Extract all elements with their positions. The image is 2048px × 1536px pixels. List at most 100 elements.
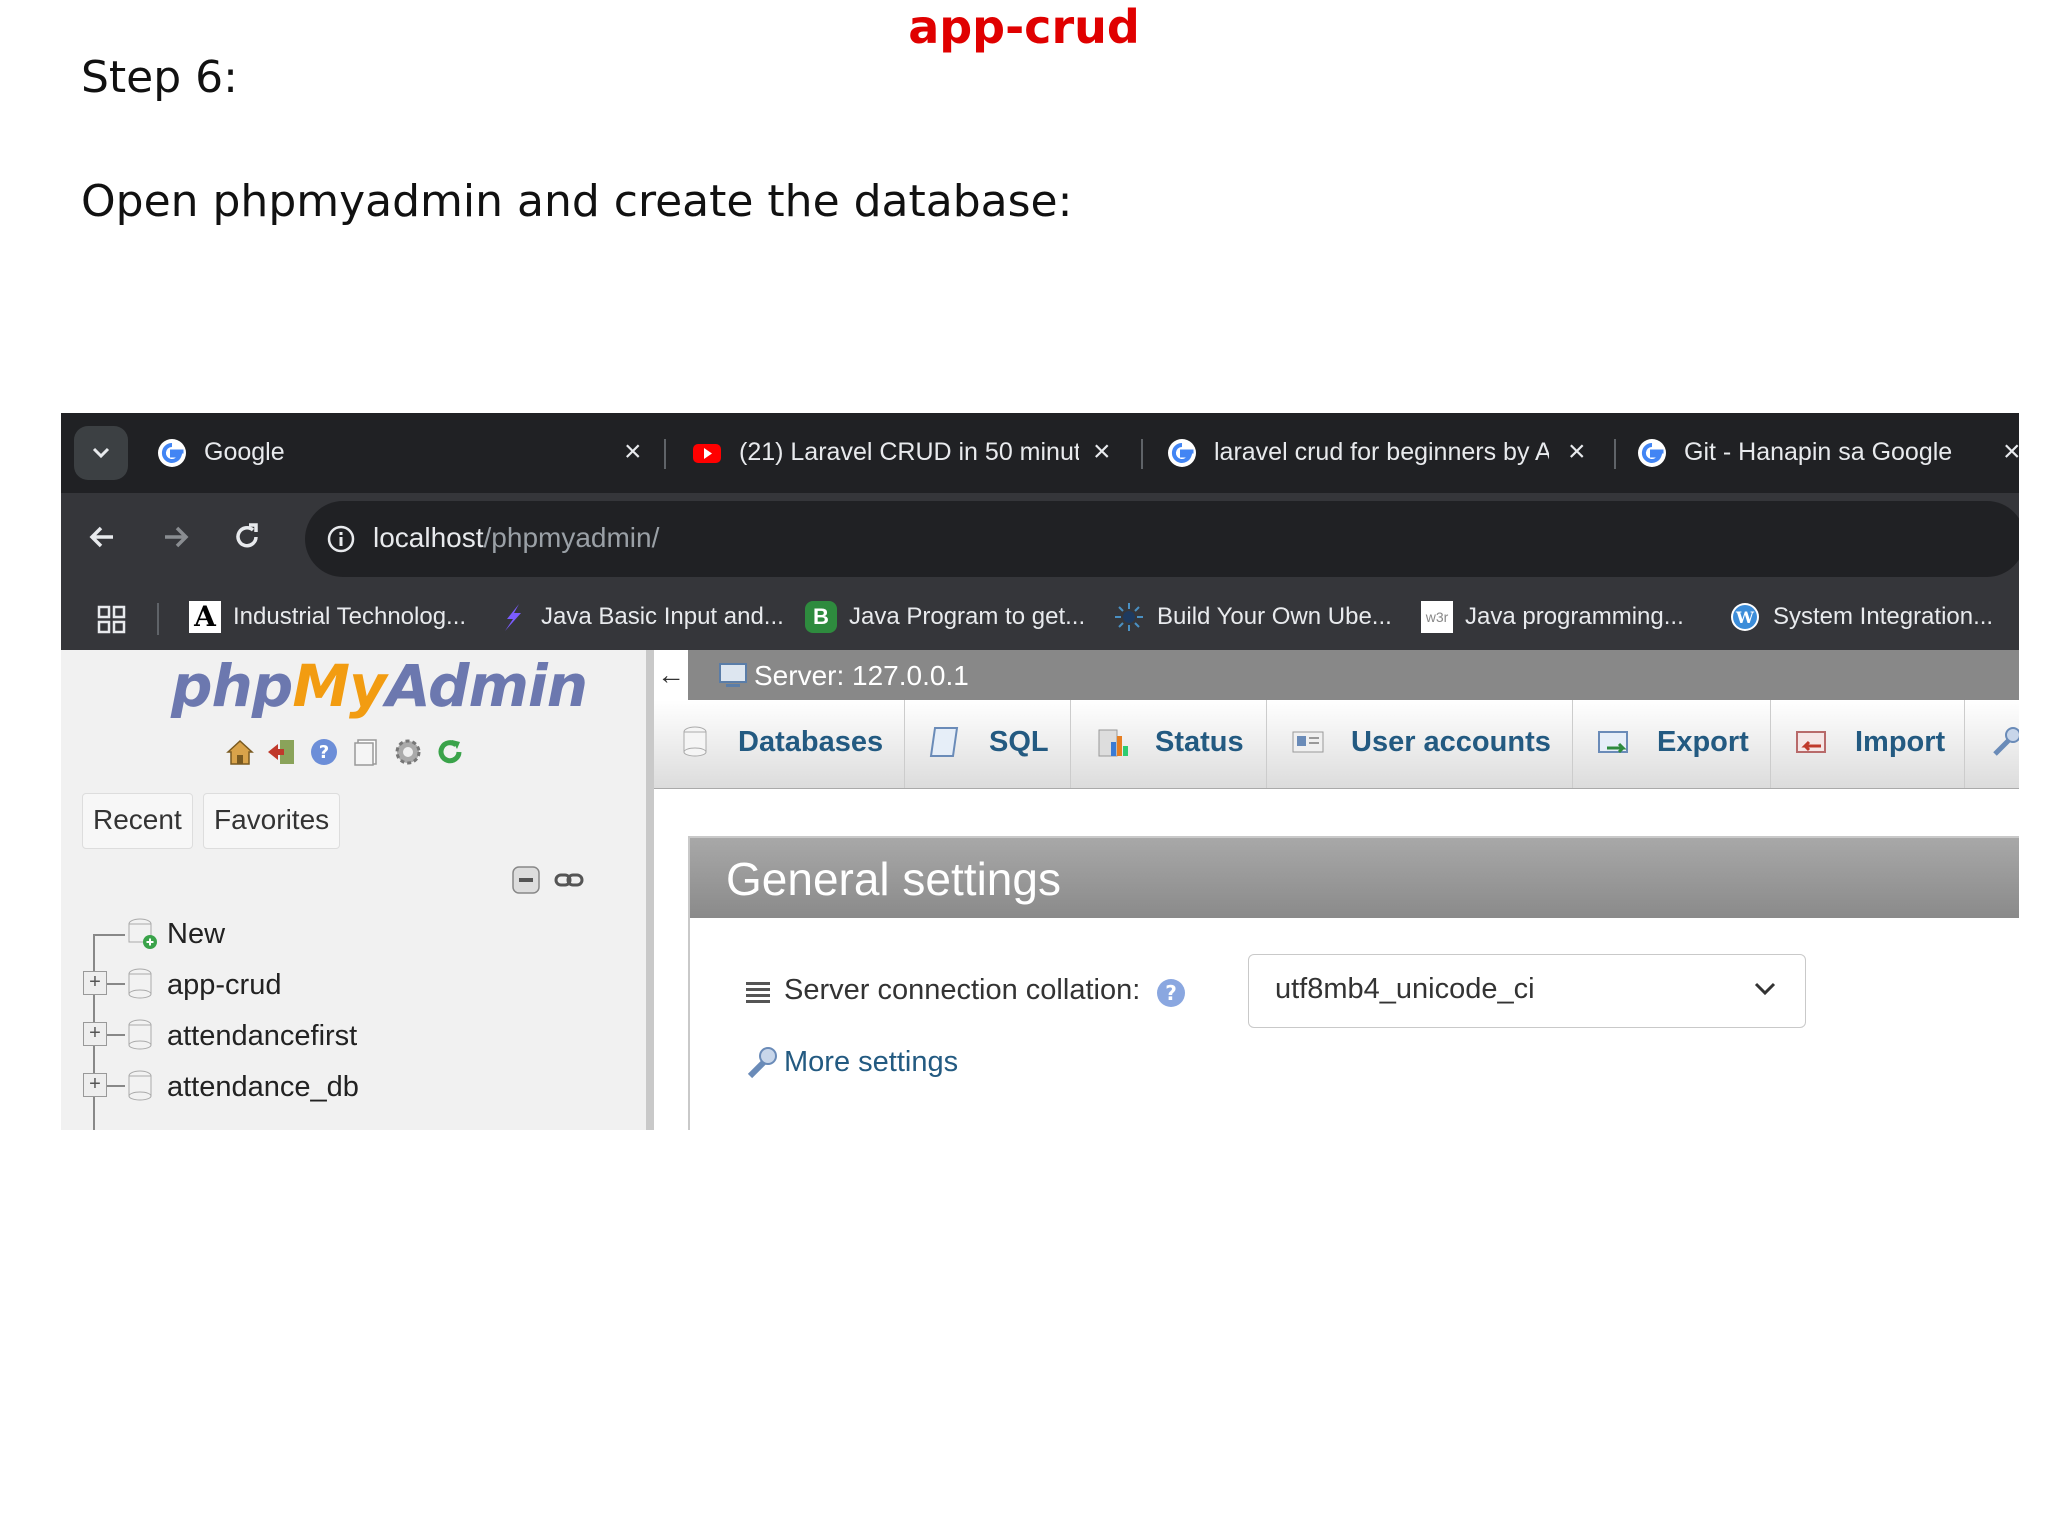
status-chart-icon bbox=[1098, 729, 1128, 757]
pma-quick-icons: ? bbox=[224, 736, 476, 773]
bookmark-item[interactable]: A Industrial Technolog... bbox=[189, 599, 489, 635]
server-link[interactable]: Server: 127.0.0.1 bbox=[754, 660, 969, 692]
recent-tab-button[interactable]: Recent bbox=[82, 793, 193, 849]
tree-label: attendance_db bbox=[167, 1071, 359, 1103]
forward-arrow-icon[interactable] bbox=[155, 517, 195, 557]
tree-item-database[interactable]: + attendance_db bbox=[83, 1065, 583, 1111]
bookmark-label: Industrial Technolog... bbox=[233, 603, 467, 630]
server-breadcrumb-bar: ← Server: 127.0.0.1 bbox=[654, 650, 2019, 700]
feather-icon bbox=[505, 604, 521, 631]
menu-label: User accounts bbox=[1351, 726, 1551, 758]
browser-tab-google[interactable]: Google × bbox=[156, 413, 651, 493]
google-icon bbox=[1638, 439, 1666, 467]
menu-label: Status bbox=[1155, 726, 1244, 758]
svg-text:W: W bbox=[1735, 608, 1755, 627]
expand-icon[interactable]: + bbox=[83, 1073, 107, 1097]
step-title: Step 6: bbox=[81, 52, 238, 103]
reload-navigation-icon[interactable] bbox=[434, 736, 466, 768]
tab-sql[interactable]: SQL bbox=[905, 700, 1071, 788]
browser-tab-git[interactable]: Git - Hanapin sa Google × bbox=[1581, 413, 2019, 493]
collapse-all-icon[interactable] bbox=[511, 865, 541, 895]
database-icon bbox=[128, 1019, 152, 1050]
tab-import[interactable]: Import bbox=[1771, 700, 1965, 788]
google-icon bbox=[158, 439, 186, 467]
w3-icon: w3r bbox=[1421, 601, 1453, 633]
tab-export[interactable]: Export bbox=[1573, 700, 1771, 788]
logo-php: php bbox=[171, 652, 293, 720]
bookmark-label: Java Basic Input and... bbox=[541, 603, 784, 630]
tab-title: (21) Laravel CRUD in 50 minutes bbox=[739, 438, 1079, 466]
url-host: localhost bbox=[373, 522, 484, 553]
browser-tab-laravel-search[interactable]: laravel crud for beginners by AI × bbox=[1106, 413, 1586, 493]
tab-search-button[interactable] bbox=[74, 426, 128, 480]
youtube-icon bbox=[693, 444, 721, 463]
link-icon[interactable] bbox=[554, 865, 584, 895]
close-icon[interactable]: × bbox=[2003, 435, 2019, 469]
reload-icon[interactable] bbox=[227, 517, 267, 557]
phpmyadmin-page: phpMyAdmin ? Recent Favorites New + app-… bbox=[61, 650, 2019, 1130]
tab-status[interactable]: Status bbox=[1071, 700, 1267, 788]
expand-icon[interactable]: + bbox=[83, 1022, 107, 1046]
logout-icon[interactable] bbox=[266, 736, 298, 768]
apps-grid-icon[interactable] bbox=[97, 605, 127, 635]
collapse-navigation-arrow-icon[interactable]: ← bbox=[654, 650, 688, 700]
back-arrow-icon[interactable] bbox=[83, 517, 123, 557]
help-icon[interactable]: ? bbox=[1154, 976, 1188, 1010]
tree-item-database[interactable]: + attendancefirst bbox=[83, 1014, 583, 1060]
pma-navigation-panel: phpMyAdmin ? Recent Favorites New + app-… bbox=[61, 650, 654, 1130]
bookmark-item[interactable]: B Java Program to get... bbox=[805, 599, 1105, 635]
bookmark-label: Build Your Own Ube... bbox=[1157, 603, 1392, 630]
url-path: /phpmyadmin/ bbox=[483, 522, 660, 553]
menu-label: Export bbox=[1657, 726, 1749, 758]
settings-gear-icon[interactable] bbox=[392, 736, 424, 768]
url-text[interactable]: localhost/phpmyadmin/ bbox=[373, 522, 659, 554]
database-icon bbox=[128, 1070, 152, 1101]
tree-item-database[interactable]: + app-crud bbox=[83, 963, 583, 1009]
google-icon bbox=[1168, 439, 1196, 467]
bookmark-item[interactable]: Java Basic Input and... bbox=[497, 599, 797, 635]
bookmark-item[interactable]: w3r Java programming... bbox=[1421, 599, 1721, 635]
tree-connector bbox=[107, 983, 125, 985]
tree-label: app-crud bbox=[167, 969, 282, 1001]
expand-icon[interactable]: + bbox=[83, 971, 107, 995]
sql-document-icon bbox=[929, 727, 959, 757]
address-toolbar: localhost/phpmyadmin/ bbox=[61, 493, 2019, 585]
pma-logo[interactable]: phpMyAdmin bbox=[171, 652, 588, 720]
database-name-highlight: app-crud bbox=[908, 0, 1140, 54]
bookmarks-bar: A Industrial Technolog... Java Basic Inp… bbox=[61, 585, 2019, 650]
bookmark-label: Java Program to get... bbox=[849, 603, 1086, 630]
tab-databases[interactable]: Databases bbox=[654, 700, 905, 788]
tab-settings[interactable] bbox=[1965, 700, 2019, 788]
pma-main-content: ← Server: 127.0.0.1 Databases SQL Status bbox=[654, 650, 2019, 1130]
tab-title: Google bbox=[204, 438, 285, 466]
tab-user-accounts[interactable]: User accounts bbox=[1267, 700, 1573, 788]
address-bar[interactable]: localhost/phpmyadmin/ bbox=[305, 501, 2019, 577]
chevron-down-icon bbox=[92, 447, 110, 459]
instruction-text: Open phpmyadmin and create the database: bbox=[81, 176, 1073, 227]
export-icon bbox=[1598, 731, 1628, 754]
menu-label: Import bbox=[1855, 726, 1946, 758]
tab-title: Git - Hanapin sa Google bbox=[1684, 438, 1953, 466]
general-settings-panel: General settings Server connection colla… bbox=[688, 836, 2019, 1130]
import-icon bbox=[1796, 731, 1826, 753]
tree-connector bbox=[93, 934, 125, 936]
bookmark-item[interactable]: W System Integration... bbox=[1729, 599, 2019, 635]
bookmark-label: System Integration... bbox=[1773, 603, 1994, 630]
collation-select[interactable]: utf8mb4_unicode_ci bbox=[1248, 954, 1806, 1028]
tree-connector bbox=[107, 1034, 125, 1036]
logo-admin: Admin bbox=[385, 652, 588, 720]
documentation-icon[interactable] bbox=[350, 736, 382, 768]
favorites-tab-button[interactable]: Favorites bbox=[203, 793, 341, 849]
tree-item-new[interactable]: New bbox=[83, 912, 583, 958]
database-icon bbox=[683, 726, 707, 757]
tab-bar: Google × (21) Laravel CRUD in 50 minutes… bbox=[61, 413, 2019, 493]
info-icon[interactable] bbox=[325, 523, 357, 555]
browser-tab-youtube[interactable]: (21) Laravel CRUD in 50 minutes × bbox=[636, 413, 1111, 493]
collation-list-icon bbox=[746, 982, 770, 1003]
browser-screenshot: Google × (21) Laravel CRUD in 50 minutes… bbox=[61, 413, 2019, 1130]
bookmark-item[interactable]: Build Your Own Ube... bbox=[1113, 599, 1413, 635]
wrench-icon bbox=[1993, 727, 2019, 756]
collation-label: Server connection collation: bbox=[784, 974, 1141, 1006]
home-icon[interactable] bbox=[224, 736, 256, 768]
help-icon[interactable]: ? bbox=[308, 736, 340, 768]
